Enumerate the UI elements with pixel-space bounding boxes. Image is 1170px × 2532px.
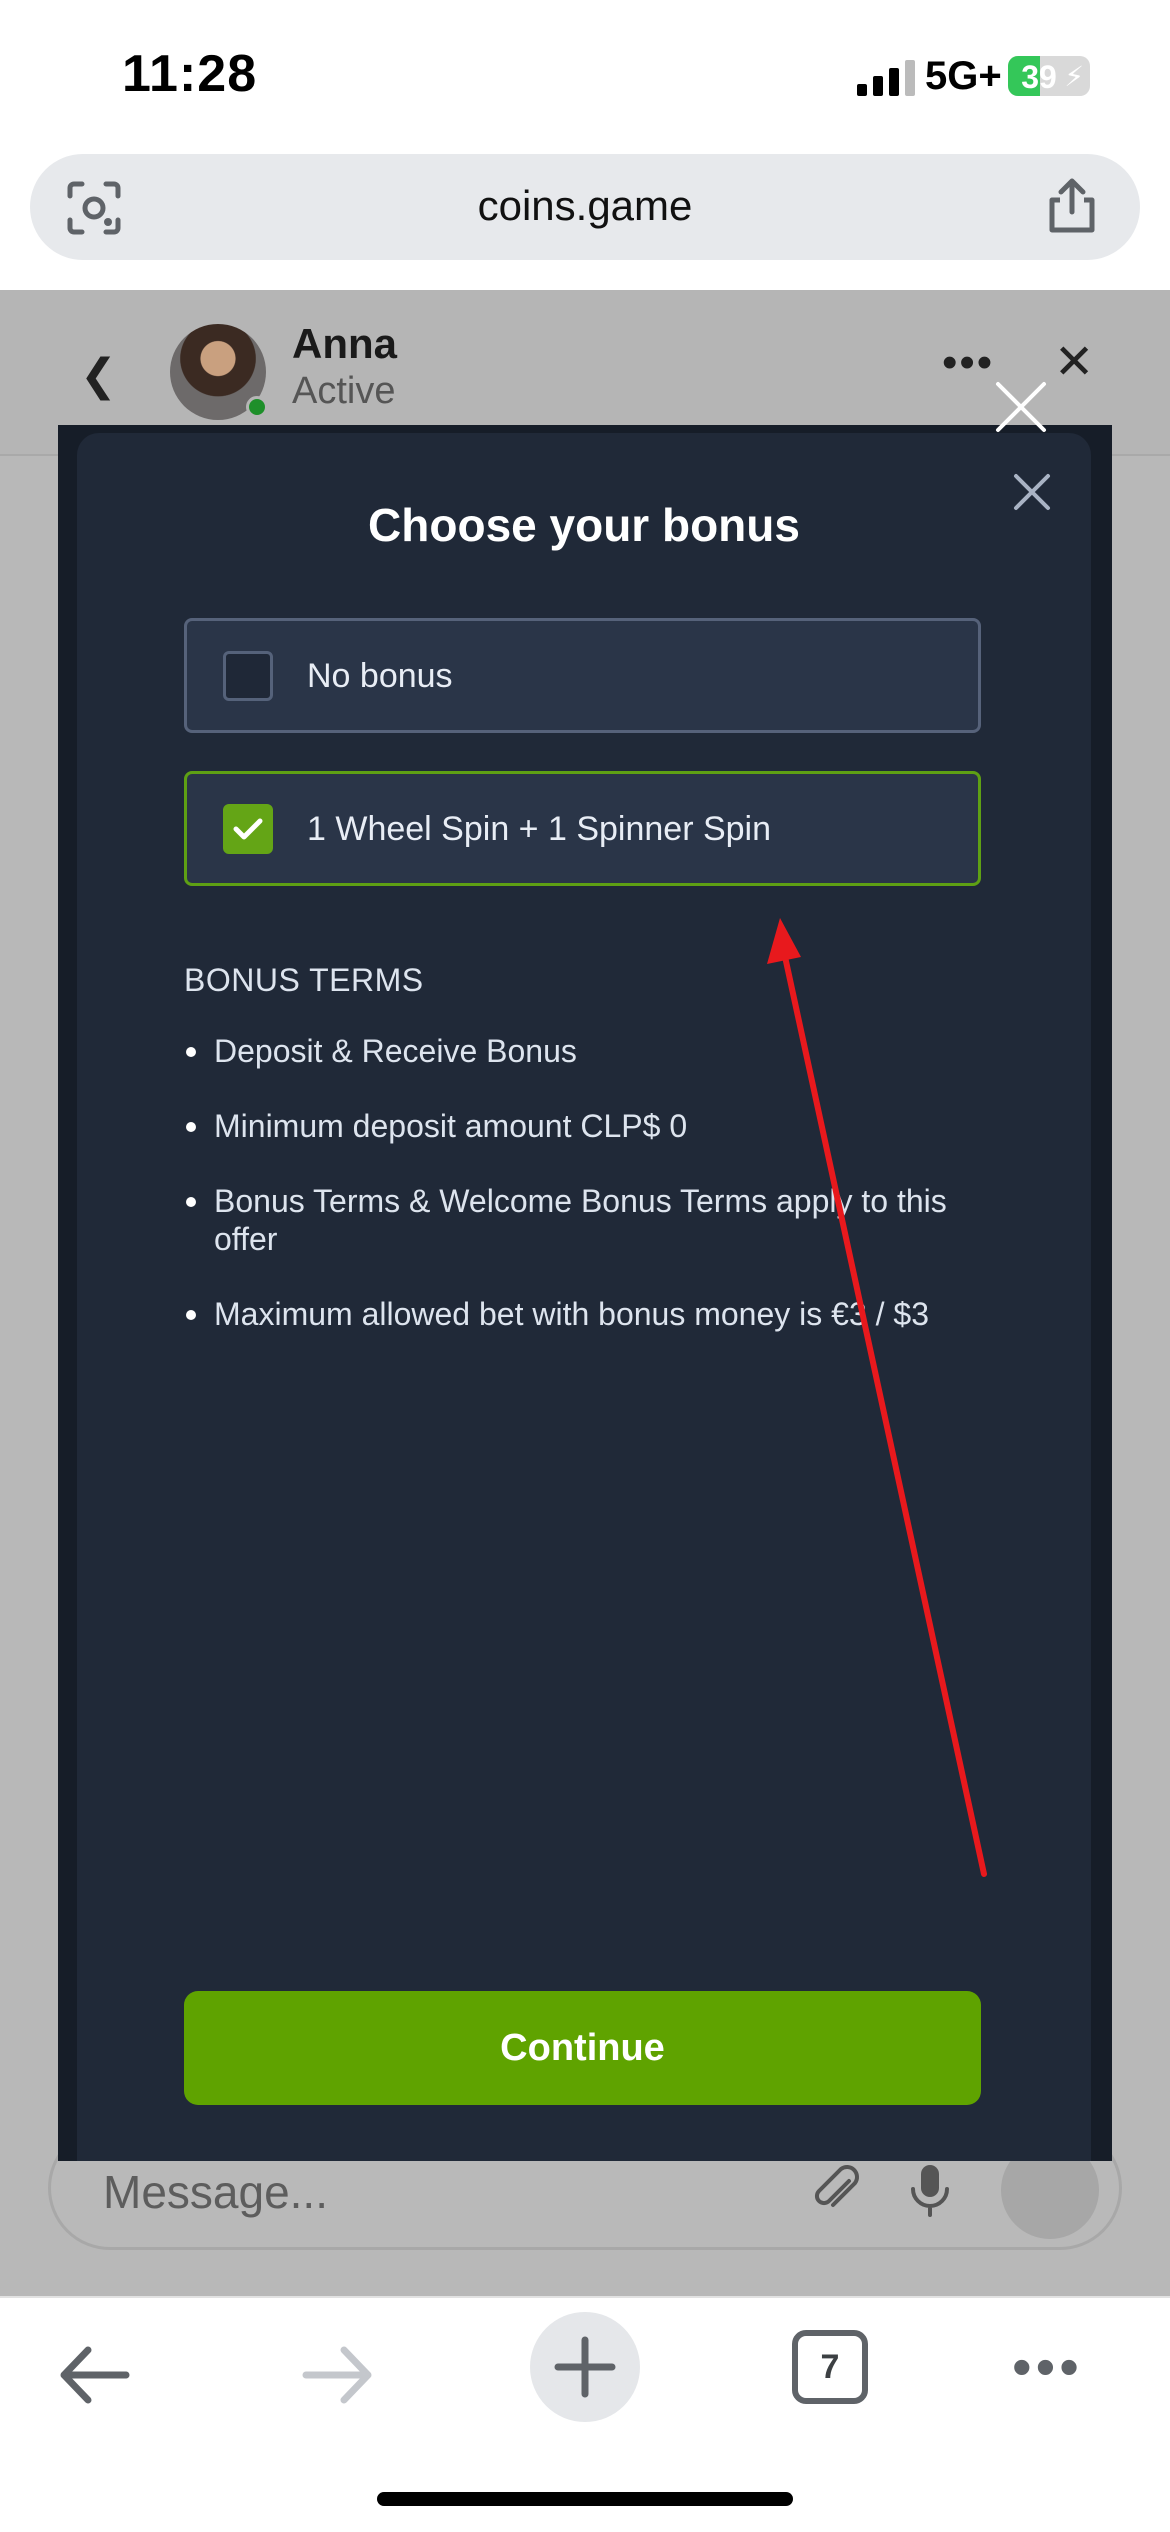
bonus-option-spins[interactable]: 1 Wheel Spin + 1 Spinner Spin	[184, 771, 981, 886]
agent-name: Anna	[292, 320, 397, 367]
status-time: 11:28	[122, 45, 258, 103]
message-input[interactable]: Message...	[103, 2165, 328, 2219]
list-item: Bonus Terms & Welcome Bonus Terms apply …	[184, 1182, 984, 1258]
home-indicator	[377, 2492, 793, 2506]
modal-title: Choose your bonus	[368, 499, 800, 551]
option-label: 1 Wheel Spin + 1 Spinner Spin	[307, 810, 772, 848]
battery-percent: 39	[1021, 59, 1057, 95]
bolt-icon: ⚡	[1064, 61, 1084, 92]
option-label: No bonus	[307, 657, 453, 695]
more-icon[interactable]: •••	[1012, 2334, 1083, 2399]
online-status-dot	[246, 396, 268, 418]
close-icon[interactable]	[992, 378, 1050, 436]
checkbox-checked[interactable]	[223, 804, 273, 854]
plus-icon	[554, 2336, 616, 2398]
url-text: coins.game	[477, 182, 693, 229]
share-icon[interactable]	[1042, 176, 1102, 236]
bonus-terms-list: Deposit & Receive Bonus Minimum deposit …	[184, 1032, 984, 1370]
checkmark-icon	[233, 818, 263, 840]
tabs-icon[interactable]: 7	[792, 2330, 868, 2404]
address-bar[interactable]: coins.game	[30, 154, 1140, 260]
new-tab-button[interactable]	[530, 2312, 640, 2422]
network-type: 5G+	[925, 54, 1002, 98]
microphone-icon[interactable]	[903, 2161, 957, 2219]
bonus-option-no-bonus[interactable]: No bonus	[184, 618, 981, 733]
list-item: Maximum allowed bet with bonus money is …	[184, 1295, 984, 1333]
agent-status: Active	[292, 370, 396, 412]
chevron-left-icon[interactable]: ❮	[80, 350, 117, 401]
list-item: Deposit & Receive Bonus	[184, 1032, 984, 1070]
list-item: Minimum deposit amount CLP$ 0	[184, 1107, 984, 1145]
signal-bars-icon	[857, 60, 915, 96]
checkbox[interactable]	[223, 651, 273, 701]
status-bar: 11:28 5G+ 39 ⚡	[0, 0, 1170, 150]
arrow-left-icon[interactable]	[56, 2340, 132, 2410]
close-icon[interactable]: ✕	[1054, 334, 1094, 390]
paperclip-icon[interactable]	[809, 2163, 863, 2217]
more-icon[interactable]: •••	[942, 338, 994, 388]
bonus-terms-heading: BONUS TERMS	[184, 962, 424, 998]
battery-charging-icon: 39 ⚡	[1008, 56, 1090, 96]
continue-button[interactable]: Continue	[184, 1991, 981, 2105]
arrow-right-icon[interactable]	[300, 2340, 376, 2410]
